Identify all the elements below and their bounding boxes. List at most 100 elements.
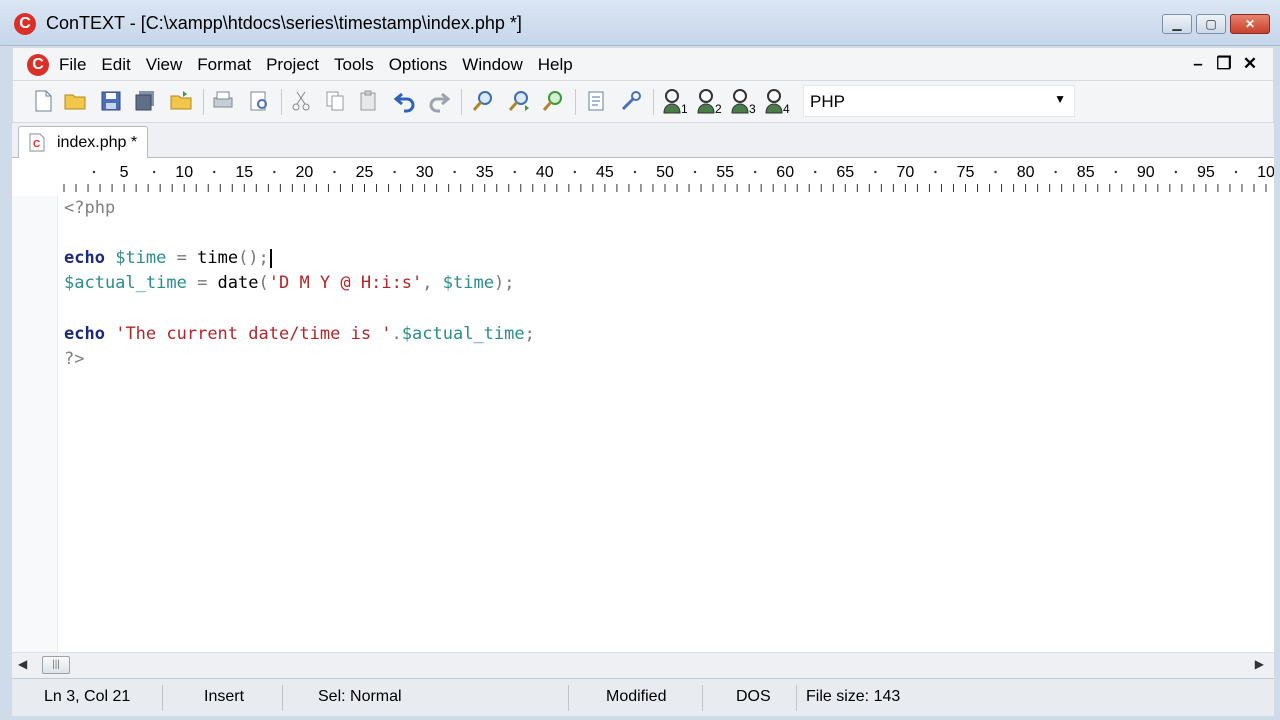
close-button[interactable]: ✕ — [1230, 14, 1270, 34]
ruler-dot — [934, 170, 937, 174]
menu-help[interactable]: Help — [538, 55, 573, 75]
menu-project[interactable]: Project — [266, 55, 319, 75]
code-variable: $actual_time — [401, 324, 525, 344]
ruler-dot — [333, 170, 336, 174]
menu-format[interactable]: Format — [197, 55, 251, 75]
save-all-icon[interactable] — [133, 89, 157, 113]
code-keyword: echo — [64, 248, 105, 268]
replace-icon[interactable] — [541, 89, 565, 113]
close-icon: ✕ — [1244, 17, 1256, 31]
document-minimize-icon[interactable]: – — [1185, 54, 1211, 74]
horizontal-scrollbar[interactable]: ◀ ||| ▶ — [12, 652, 1274, 678]
app-logo-icon[interactable]: C — [14, 13, 36, 35]
user-command-2-button[interactable]: 2 — [695, 87, 725, 116]
scroll-right-icon[interactable]: ▶ — [1255, 657, 1264, 671]
code-line: echo 'The current date/time is '.$actual… — [64, 322, 535, 347]
code-punctuation: ; — [524, 324, 535, 344]
text-caret — [269, 248, 272, 268]
copy-icon[interactable] — [323, 89, 347, 113]
save-icon[interactable] — [99, 89, 123, 113]
ruler-dot — [1114, 170, 1117, 174]
line-ending[interactable]: DOS — [736, 688, 771, 706]
menu-tools[interactable]: Tools — [334, 55, 374, 75]
ruler-dot — [633, 170, 637, 174]
ruler-dot — [453, 170, 456, 174]
menu-options[interactable]: Options — [389, 55, 448, 75]
ruler-label: 35 — [476, 164, 494, 181]
toolbar-separator — [461, 89, 462, 115]
cut-icon[interactable] — [289, 89, 313, 113]
code-line: <?php — [64, 196, 115, 221]
maximize-button[interactable]: ▢ — [1196, 14, 1226, 34]
status-bar: Ln 3, Col 21 Insert Sel: Normal Modified… — [12, 678, 1274, 716]
open-project-icon[interactable] — [169, 89, 193, 113]
menu-view[interactable]: View — [146, 55, 183, 75]
user-command-number: 4 — [783, 102, 790, 115]
paste-icon[interactable] — [357, 89, 381, 113]
tab-index-php[interactable]: C index.php * — [18, 126, 148, 158]
code-operator: = — [166, 248, 198, 268]
code-punctuation: ( — [258, 273, 269, 293]
document-restore-icon[interactable]: ❐ — [1211, 54, 1237, 74]
scroll-thumb[interactable]: ||| — [42, 656, 70, 674]
redo-icon[interactable] — [427, 89, 451, 113]
user-command-1-button[interactable]: 1 — [661, 87, 691, 116]
editor-gutter — [12, 196, 58, 652]
code-variable: $actual_time — [64, 273, 187, 293]
document-menu-icon[interactable]: C — [27, 54, 49, 76]
menu-file[interactable]: File — [59, 55, 86, 75]
selection-mode[interactable]: Sel: Normal — [318, 688, 402, 706]
minimize-icon: ▁ — [1172, 17, 1182, 31]
code-keyword: echo — [64, 324, 105, 344]
ruler-scale: 5 10 15 20 25 30 35 40 45 50 55 60 65 70 75 80 85 90 95 10 — [63, 164, 1274, 192]
modified-indicator: Modified — [606, 688, 667, 705]
export-icon[interactable] — [585, 89, 609, 113]
user-command-4-button[interactable]: 4 — [763, 87, 793, 116]
document-close-icon[interactable]: ✕ — [1237, 54, 1263, 74]
print-icon[interactable] — [211, 89, 235, 113]
ruler-label: 55 — [716, 164, 734, 181]
new-file-icon[interactable] — [31, 89, 55, 113]
ruler-dot — [513, 170, 516, 174]
title-bar[interactable]: C ConTEXT - [C:\xampp\htdocs\series\time… — [0, 0, 1280, 46]
user-command-number: 3 — [749, 102, 756, 115]
chevron-down-icon[interactable]: ▼ — [1054, 92, 1066, 106]
undo-icon[interactable] — [393, 89, 417, 113]
highlighter-select[interactable]: PHP ▼ — [803, 85, 1075, 117]
minimize-button[interactable]: ▁ — [1162, 14, 1192, 34]
svg-text:C: C — [33, 139, 40, 150]
ruler-dot — [693, 170, 697, 174]
ruler-label: 5 — [120, 164, 129, 181]
menu-edit[interactable]: Edit — [101, 55, 130, 75]
code-line: echo $time = time(); — [64, 246, 272, 271]
scroll-left-icon[interactable]: ◀ — [18, 657, 27, 671]
file-size: File size: 143 — [806, 688, 901, 705]
highlighter-value: PHP — [810, 92, 845, 111]
ruler-dot — [573, 170, 577, 174]
find-next-icon[interactable] — [507, 89, 531, 113]
code-string: 'The current date/time is ' — [115, 324, 392, 344]
menu-window[interactable]: Window — [462, 55, 522, 75]
column-ruler: 5 10 15 20 25 30 35 40 45 50 55 60 65 70 75 80 85 90 95 10 — [12, 158, 1274, 196]
tools-icon[interactable] — [619, 89, 643, 113]
code-string: 'D M Y @ H:i:s' — [268, 273, 423, 293]
print-preview-icon[interactable] — [247, 89, 271, 113]
ruler-label: 45 — [596, 164, 614, 181]
code-punctuation: (); — [238, 248, 269, 268]
cursor-position: Ln 3, Col 21 — [44, 688, 131, 705]
ruler-label: 60 — [776, 164, 794, 181]
ruler-dot — [874, 170, 877, 174]
ruler-label: 65 — [836, 164, 854, 181]
open-folder-icon[interactable] — [63, 89, 87, 113]
ruler-label: 10 — [1257, 164, 1274, 181]
code-editor[interactable]: <?php echo $time = time(); $actual_time … — [12, 196, 1274, 652]
code-operator: . — [391, 324, 402, 344]
ruler-label: 85 — [1077, 164, 1095, 181]
ruler-label: 90 — [1137, 164, 1155, 181]
code-function: time — [197, 248, 239, 268]
code-punctuation: ); — [493, 273, 515, 293]
insert-mode[interactable]: Insert — [204, 688, 244, 706]
user-command-3-button[interactable]: 3 — [729, 87, 759, 116]
user-command-icon: 3 — [731, 89, 756, 116]
find-icon[interactable] — [471, 89, 495, 113]
